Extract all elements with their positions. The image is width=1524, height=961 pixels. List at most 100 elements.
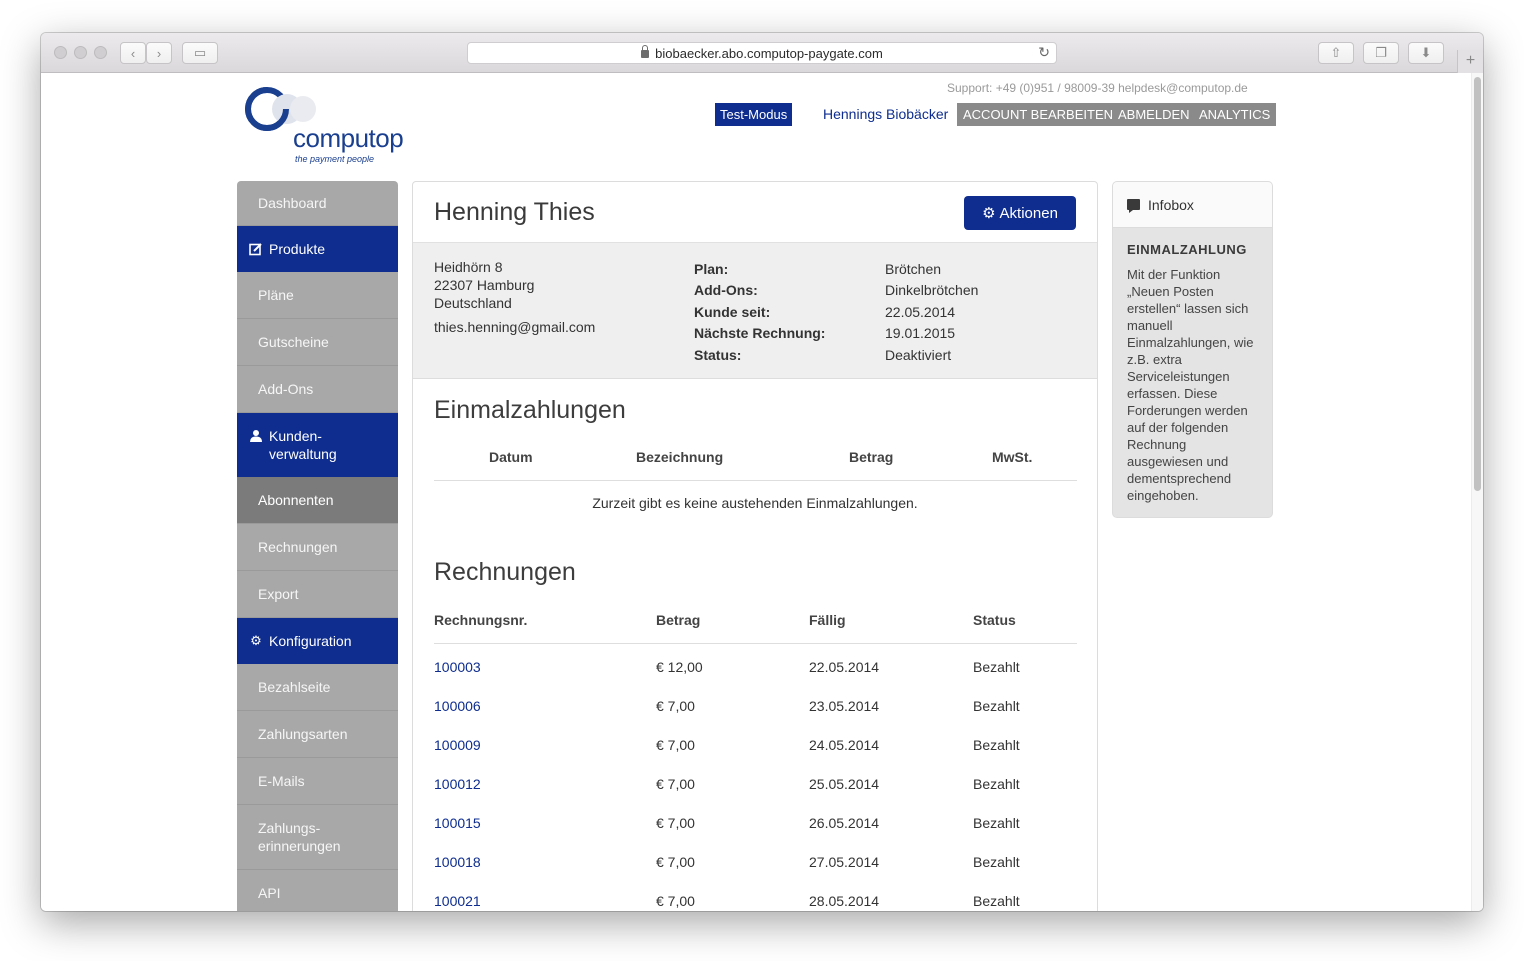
sidebar-section-produkte[interactable]: Produkte	[237, 226, 398, 272]
invoice-due-date: 22.05.2014	[809, 659, 880, 675]
sidebar-item-label: Pläne	[258, 287, 294, 303]
customer-detail-list: Plan: Brötchen Add-Ons: Dinkelbrötchen Kun…	[694, 258, 978, 366]
reload-icon[interactable]: ↻	[1038, 44, 1050, 61]
sidebar-item-label: E-Mails	[258, 773, 305, 789]
customer-email: thies.henning@gmail.com	[434, 319, 596, 335]
invoice-due-date: 25.05.2014	[809, 776, 880, 792]
address-bar[interactable]: biobaecker.abo.computop-paygate.com ↻	[467, 42, 1057, 64]
sidebar-item-addons[interactable]: Add-Ons	[237, 366, 398, 413]
invoice-amount: € 7,00	[656, 815, 695, 831]
sidebar-toggle-button[interactable]: ▭	[182, 42, 218, 64]
zoom-window-button[interactable]	[94, 46, 107, 59]
scrollbar-thumb[interactable]	[1474, 77, 1481, 491]
detail-key: Status:	[694, 346, 742, 363]
url-text: biobaecker.abo.computop-paygate.com	[655, 45, 883, 61]
sidebar-section-kundenverwaltung[interactable]: Kunden- verwaltung	[237, 413, 398, 477]
sidebar-item-label: API	[258, 885, 281, 901]
detail-key: Add-Ons:	[694, 282, 758, 299]
sidebar-item-label: Abonnenten	[258, 492, 334, 508]
einmalzahlungen-title: Einmalzahlungen	[434, 396, 626, 424]
sidebar-icon: ▭	[193, 45, 207, 60]
detail-row-kunde-seit: Kunde seit: 22.05.2014	[694, 301, 978, 323]
invoice-link[interactable]: 100021	[434, 893, 481, 909]
table-row: 100009 € 7,00 24.05.2014 Bezahlt	[434, 737, 1077, 776]
forward-button[interactable]: ›	[146, 42, 172, 64]
tabs-overview-button[interactable]: ❐	[1363, 42, 1399, 64]
analytics-button[interactable]: ANALYTICS	[1193, 103, 1277, 126]
customer-address: Heidhörn 8 22307 Hamburg Deutschland	[434, 258, 534, 312]
logo-tagline: the payment people	[295, 154, 375, 164]
sidebar-item-label: Produkte	[269, 241, 326, 257]
detail-row-plan: Plan: Brötchen	[694, 258, 978, 280]
invoice-link[interactable]: 100012	[434, 776, 481, 792]
downloads-button[interactable]: ⬇	[1408, 42, 1444, 64]
sidebar-item-rechnungen[interactable]: Rechnungen	[237, 524, 398, 571]
invoice-due-date: 27.05.2014	[809, 854, 880, 870]
invoice-due-date: 28.05.2014	[809, 893, 880, 909]
invoice-link[interactable]: 100006	[434, 698, 481, 714]
table-row: 100003 € 12,00 22.05.2014 Bezahlt	[434, 659, 1077, 698]
detail-key: Plan:	[694, 260, 729, 277]
edit-icon	[249, 242, 263, 256]
sidebar-item-dashboard[interactable]: Dashboard	[237, 181, 398, 226]
sidebar-item-emails[interactable]: E-Mails	[237, 758, 398, 805]
close-window-button[interactable]	[54, 46, 67, 59]
infobox: Infobox EINMALZAHLUNG Mit der Funktion „…	[1112, 181, 1273, 518]
browser-window: ‹ › ▭ biobaecker.abo.computop-paygate.co…	[41, 33, 1483, 911]
invoice-link[interactable]: 100018	[434, 854, 481, 870]
infobox-header: Infobox	[1113, 182, 1272, 228]
new-tab-button[interactable]: +	[1457, 50, 1483, 73]
sidebar-item-plaene[interactable]: Pläne	[237, 272, 398, 319]
actions-label: Aktionen	[999, 204, 1058, 222]
invoice-due-date: 23.05.2014	[809, 698, 880, 714]
sidebar-item-label: Export	[258, 586, 299, 602]
sidebar-item-label: Konfiguration	[269, 633, 352, 649]
table-divider	[434, 643, 1077, 644]
sidebar-item-bezahlseite[interactable]: Bezahlseite	[237, 664, 398, 711]
detail-value: Dinkelbrötchen	[885, 282, 979, 299]
minimize-window-button[interactable]	[74, 46, 87, 59]
invoice-link[interactable]: 100009	[434, 737, 481, 753]
sidebar-item-gutscheine[interactable]: Gutscheine	[237, 319, 398, 366]
sidebar-section-konfiguration[interactable]: ⚙ Konfiguration	[237, 618, 398, 664]
invoice-amount: € 7,00	[656, 893, 695, 909]
table-divider	[434, 480, 1077, 481]
lock-icon	[641, 45, 650, 58]
table-row: 100018 € 7,00 27.05.2014 Bezahlt	[434, 854, 1077, 893]
gear-icon: ⚙	[982, 205, 996, 222]
invoice-status: Bezahlt	[973, 893, 1020, 909]
sidebar-item-label: Rechnungen	[258, 539, 338, 555]
sidebar-item-api[interactable]: API	[237, 870, 398, 911]
invoice-status: Bezahlt	[973, 815, 1020, 831]
logout-button[interactable]: ABMELDEN	[1112, 103, 1196, 126]
sidebar-item-zahlungserinnerungen[interactable]: Zahlungs- erinnerungen	[237, 805, 398, 870]
logo-wordmark: computop	[293, 123, 404, 153]
customer-details: Heidhörn 8 22307 Hamburg Deutschland thi…	[413, 243, 1097, 379]
sidebar-item-label: Dashboard	[258, 195, 327, 211]
invoice-amount: € 7,00	[656, 698, 695, 714]
detail-value: Brötchen	[885, 260, 942, 277]
detail-value: 19.01.2015	[885, 325, 956, 342]
account-edit-button[interactable]: ACCOUNT BEARBEITEN	[957, 103, 1120, 126]
comment-icon	[1127, 199, 1140, 213]
detail-row-status: Status: Deaktiviert	[694, 344, 978, 366]
test-mode-badge: Test-Modus	[715, 103, 793, 126]
sidebar-item-zahlungsarten[interactable]: Zahlungsarten	[237, 711, 398, 758]
sidebar-item-label: Zahlungsarten	[258, 726, 348, 742]
invoice-link[interactable]: 100003	[434, 659, 481, 675]
detail-value: 22.05.2014	[885, 303, 956, 320]
sidebar-item-export[interactable]: Export	[237, 571, 398, 618]
share-button[interactable]: ⇧	[1318, 42, 1354, 64]
chevron-right-icon: ›	[156, 45, 162, 61]
sidebar-item-abonnenten[interactable]: Abonnenten	[237, 477, 398, 524]
computop-logo[interactable]: computop the payment people	[245, 87, 404, 167]
merchant-name-link[interactable]: Hennings Biobäcker	[823, 103, 948, 126]
invoice-status: Bezahlt	[973, 854, 1020, 870]
sidebar-item-label: Add-Ons	[258, 381, 314, 397]
address-street: Heidhörn 8	[434, 259, 503, 275]
actions-button[interactable]: ⚙ Aktionen	[964, 196, 1076, 230]
support-contact: Support: +49 (0)951 / 98009-39 helpdesk@…	[947, 81, 1248, 95]
invoice-link[interactable]: 100015	[434, 815, 481, 831]
back-button[interactable]: ‹	[120, 42, 146, 64]
infobox-title: EINMALZAHLUNG	[1127, 242, 1247, 257]
